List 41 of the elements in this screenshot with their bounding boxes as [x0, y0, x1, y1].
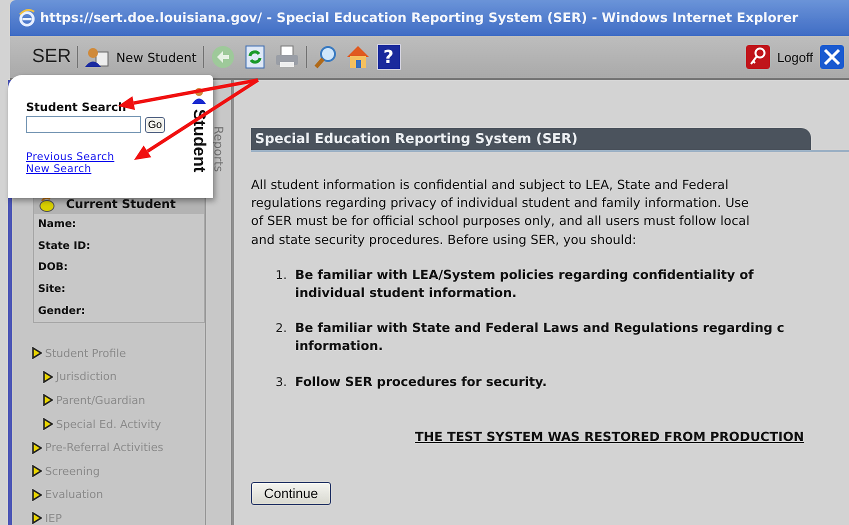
field-label: Name:	[37, 217, 78, 232]
printer-icon[interactable]	[274, 44, 300, 70]
step-text: Be familiar with State and Federal Laws and Regulations regarding c information.	[295, 319, 784, 356]
triangle-icon	[32, 442, 42, 454]
search-link[interactable]: New Search	[26, 163, 185, 175]
triangle-icon	[32, 465, 42, 478]
help-icon[interactable]: ?	[376, 44, 401, 70]
logoff-button[interactable]: Logoff	[777, 50, 813, 64]
step-number: 3.	[274, 374, 288, 391]
field-label: DOB:	[37, 260, 69, 276]
triangle-icon	[32, 488, 42, 501]
step-text: Follow SER procedures for security.	[295, 372, 547, 391]
field-label: Gender:	[37, 304, 86, 319]
home-icon[interactable]	[344, 44, 371, 70]
reports-tab[interactable]: Reports	[212, 126, 226, 172]
student-ball-icon	[38, 196, 56, 212]
go-button[interactable]: Go	[145, 116, 166, 132]
search-link[interactable]: Previous Search	[26, 151, 185, 163]
search-field[interactable]	[26, 116, 141, 133]
section-heading: Special Education Reporting System (SER)	[251, 128, 811, 150]
notice-text: THE TEST SYSTEM WAS RESTORED FROM PRODUCTION	[415, 428, 806, 444]
triangle-icon	[43, 418, 53, 430]
new-student-button[interactable]: New Student	[116, 50, 197, 64]
field-label: Site:	[37, 282, 67, 298]
triangle-icon	[32, 512, 42, 524]
step-text: Be familiar with LEA/System policies regarding confidentiality of individual student information.	[295, 266, 754, 302]
window-title: https://sert.doe.louisiana.gov/ - Special Education Reporting System (SER) - Windows Internet Explorer	[40, 10, 798, 26]
person-icon	[191, 87, 207, 105]
step-number: 1.	[274, 266, 288, 284]
triangle-icon	[32, 347, 42, 360]
triangle-icon	[43, 370, 53, 383]
field-label: State ID:	[37, 238, 92, 254]
current-student-title: Current Student	[66, 196, 176, 210]
app-logo: SER	[32, 46, 72, 68]
search-icon[interactable]	[312, 44, 339, 70]
intro-paragraph: All student information is confidential and subject to LEA, State and Federal regulations regarding privacy of individual student and family information. Use of SER must be for official school purposes only, and all users must follow local and state security procedures. Before using SER, you should:	[251, 176, 751, 249]
key-icon[interactable]	[745, 44, 772, 70]
triangle-icon	[43, 394, 53, 406]
step-number: 2.	[274, 320, 288, 338]
continue-button[interactable]: Continue	[251, 482, 332, 505]
browser-logo-icon	[18, 9, 36, 27]
